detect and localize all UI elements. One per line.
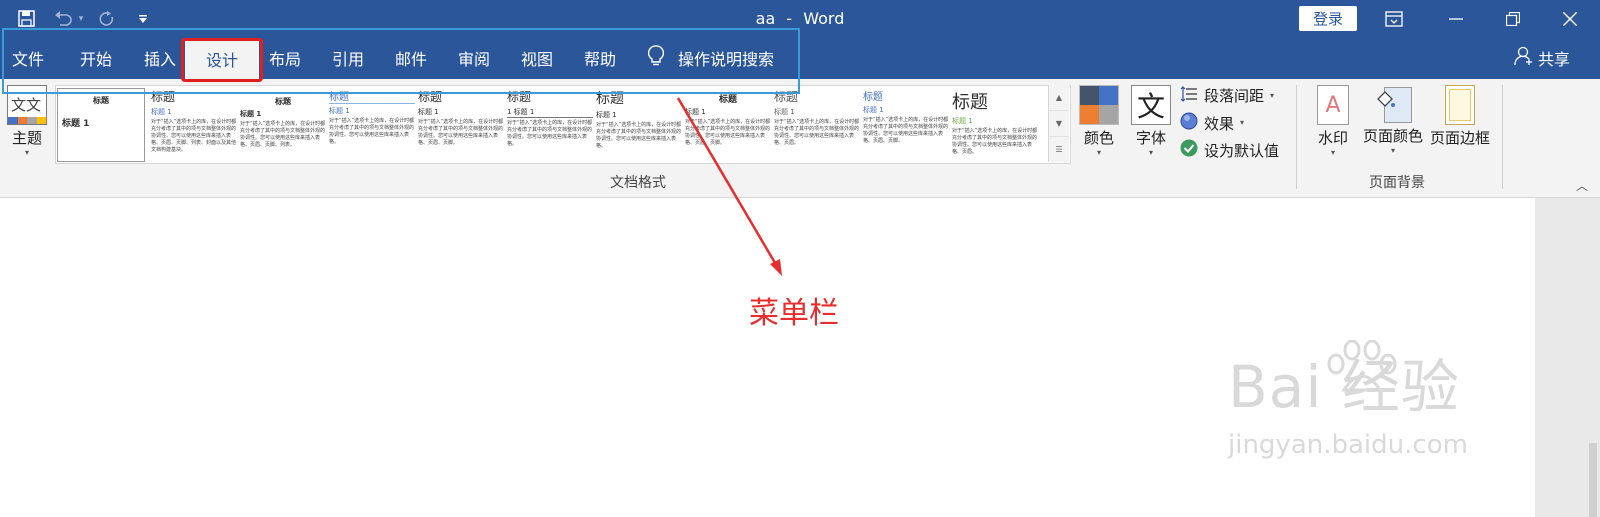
annotation-label: 菜单栏 — [749, 296, 839, 331]
annotation-arrow — [676, 97, 782, 276]
